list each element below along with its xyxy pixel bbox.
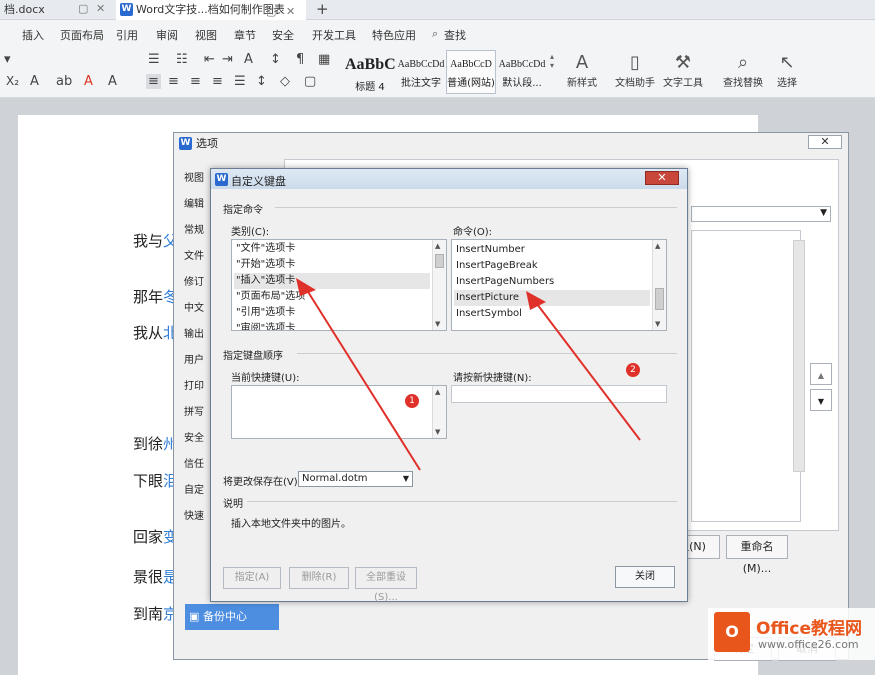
watermark-brand: Office教程网 — [756, 619, 863, 639]
annotation-badge-1: 1 — [405, 394, 419, 408]
annotation-badge-2: 2 — [626, 363, 640, 377]
watermark-url: www.office26.com — [758, 638, 859, 651]
watermark: O Office教程网 www.office26.com — [708, 608, 875, 660]
arrow-2-line — [533, 299, 641, 441]
annotation-arrows — [296, 278, 641, 471]
office-logo-icon: O — [714, 612, 750, 652]
arrow-2-head — [526, 291, 546, 310]
arrow-1-head — [296, 278, 316, 296]
arrow-1-line — [304, 286, 421, 471]
